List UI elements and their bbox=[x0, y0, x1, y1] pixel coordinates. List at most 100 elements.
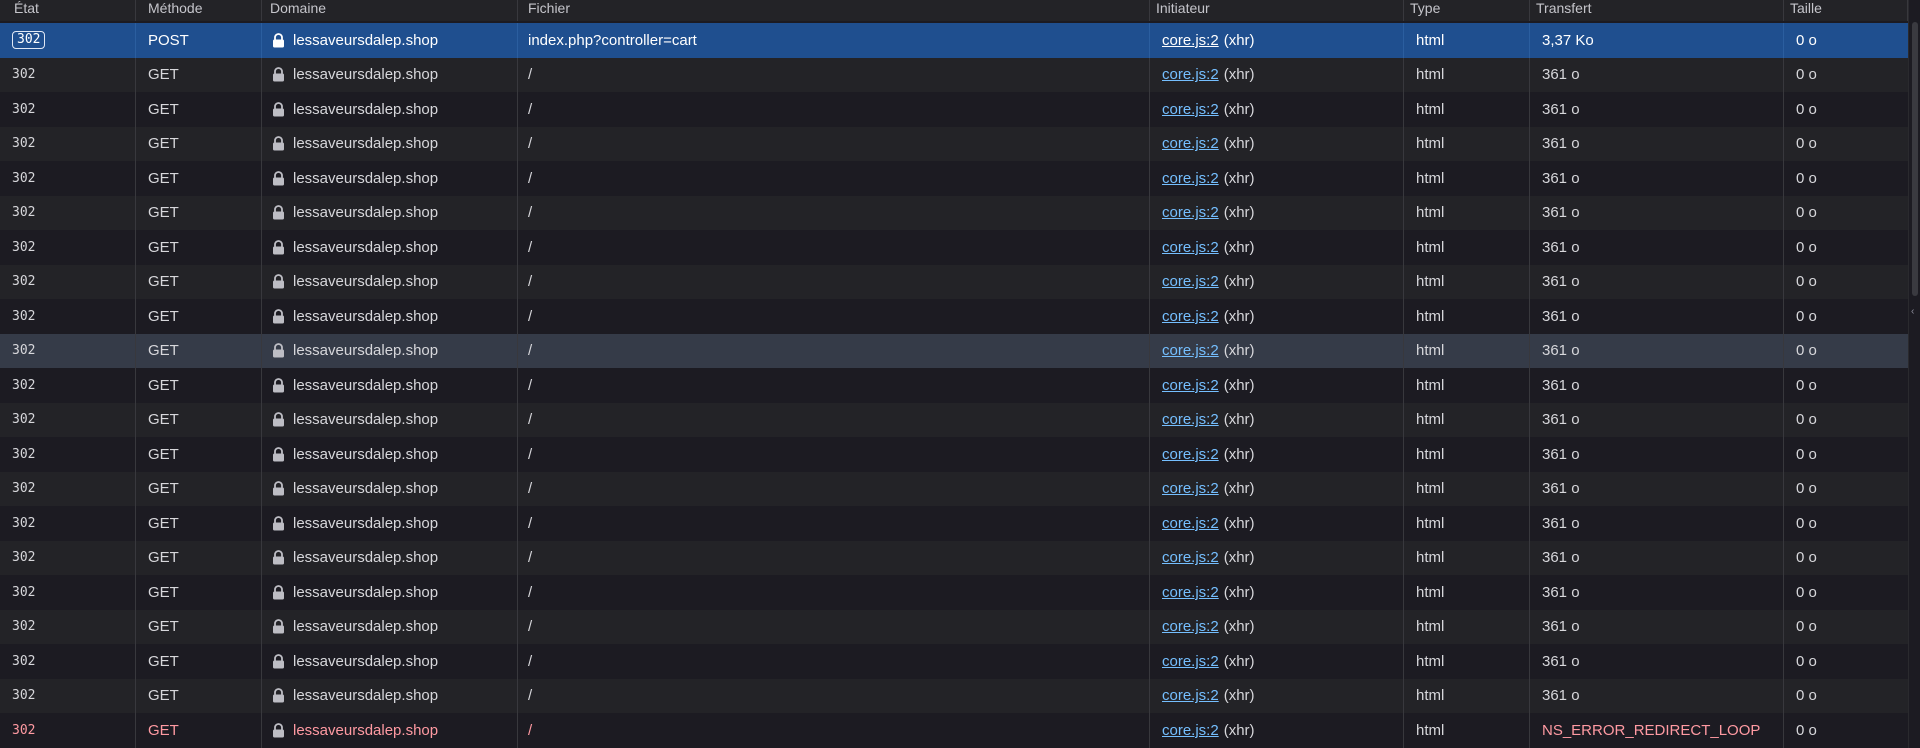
initiator-link[interactable]: core.js:2 bbox=[1162, 653, 1219, 670]
table-row[interactable]: 302 GET lessaveursdalep.shop / core.js:2 (xhr… bbox=[0, 264, 1908, 299]
method-cell: GET bbox=[136, 609, 262, 644]
initiator-link[interactable]: core.js:2 bbox=[1162, 308, 1219, 325]
table-row[interactable]: 302 GET lessaveursdalep.shop / core.js:2 (xhr… bbox=[0, 161, 1908, 196]
type-cell: html bbox=[1404, 161, 1530, 196]
type-cell: html bbox=[1404, 195, 1530, 230]
transfer-cell: 361 o bbox=[1530, 195, 1784, 230]
transfer-cell: 361 o bbox=[1530, 333, 1784, 368]
size-cell: 0 o bbox=[1796, 66, 1817, 84]
status-cell: 302 bbox=[0, 713, 136, 748]
column-header-initiator[interactable]: Initiateur bbox=[1150, 0, 1404, 21]
initiator-kind: (xhr) bbox=[1223, 618, 1255, 636]
size-cell: 0 o bbox=[1796, 204, 1817, 222]
transfer-cell: 361 o bbox=[1530, 161, 1784, 196]
status-cell: 302 bbox=[0, 678, 136, 713]
transfer-cell: 361 o bbox=[1530, 126, 1784, 161]
method-cell: GET bbox=[136, 713, 262, 748]
initiator-kind: (xhr) bbox=[1223, 204, 1255, 222]
initiator-cell: core.js:2 (xhr) bbox=[1150, 264, 1404, 299]
initiator-link[interactable]: core.js:2 bbox=[1162, 273, 1219, 290]
domain-cell: lessaveursdalep.shop bbox=[262, 161, 518, 196]
initiator-kind: (xhr) bbox=[1223, 411, 1255, 429]
chevron-left-icon[interactable]: ‹ bbox=[1911, 306, 1919, 318]
lock-icon bbox=[270, 170, 287, 187]
table-row[interactable]: 302 POST lessaveursdalep.shop index.php?con… bbox=[0, 23, 1908, 58]
table-row[interactable]: 302 GET lessaveursdalep.shop / core.js:2 (xhr… bbox=[0, 437, 1908, 472]
status-code: 302 bbox=[12, 343, 36, 359]
domain-cell: lessaveursdalep.shop bbox=[262, 437, 518, 472]
network-request-table: État Méthode Domaine Fichier Initiateur … bbox=[0, 0, 1908, 748]
column-header-type[interactable]: Type bbox=[1404, 0, 1530, 21]
table-row[interactable]: 302 GET lessaveursdalep.shop / core.js:2 (xhr… bbox=[0, 368, 1908, 403]
column-header-domain[interactable]: Domaine bbox=[262, 0, 518, 21]
initiator-link[interactable]: core.js:2 bbox=[1162, 170, 1219, 187]
initiator-link[interactable]: core.js:2 bbox=[1162, 584, 1219, 601]
initiator-link[interactable]: core.js:2 bbox=[1162, 135, 1219, 152]
initiator-link[interactable]: core.js:2 bbox=[1162, 549, 1219, 566]
initiator-link[interactable]: core.js:2 bbox=[1162, 377, 1219, 394]
table-row[interactable]: 302 GET lessaveursdalep.shop / core.js:2 (xhr… bbox=[0, 644, 1908, 679]
column-header-method[interactable]: Méthode bbox=[136, 0, 262, 21]
initiator-link[interactable]: core.js:2 bbox=[1162, 32, 1219, 49]
status-cell: 302 bbox=[0, 126, 136, 161]
column-header-transfer[interactable]: Transfert bbox=[1530, 0, 1784, 21]
initiator-link[interactable]: core.js:2 bbox=[1162, 66, 1219, 83]
initiator-link[interactable]: core.js:2 bbox=[1162, 204, 1219, 221]
domain-cell: lessaveursdalep.shop bbox=[262, 678, 518, 713]
initiator-cell: core.js:2 (xhr) bbox=[1150, 575, 1404, 610]
domain-cell: lessaveursdalep.shop bbox=[262, 264, 518, 299]
column-header-status[interactable]: État bbox=[0, 0, 136, 21]
table-row[interactable]: 302 GET lessaveursdalep.shop / core.js:2 (xhr… bbox=[0, 609, 1908, 644]
lock-icon bbox=[270, 204, 287, 221]
domain-label: lessaveursdalep.shop bbox=[293, 445, 439, 463]
initiator-cell: core.js:2 (xhr) bbox=[1150, 92, 1404, 127]
scroll-thumb[interactable] bbox=[1912, 22, 1918, 296]
initiator-link[interactable]: core.js:2 bbox=[1162, 446, 1219, 463]
table-row[interactable]: 302 GET lessaveursdalep.shop / core.js:2 (xhr… bbox=[0, 471, 1908, 506]
initiator-link[interactable]: core.js:2 bbox=[1162, 515, 1219, 532]
initiator-link[interactable]: core.js:2 bbox=[1162, 342, 1219, 359]
table-row[interactable]: 302 GET lessaveursdalep.shop / core.js:2 (xhr… bbox=[0, 713, 1908, 748]
size-cell: 0 o bbox=[1796, 100, 1817, 118]
initiator-link[interactable]: core.js:2 bbox=[1162, 618, 1219, 635]
table-row[interactable]: 302 GET lessaveursdalep.shop / core.js:2 (xhr… bbox=[0, 506, 1908, 541]
size-cell: 0 o bbox=[1796, 618, 1817, 636]
table-row[interactable]: 302 GET lessaveursdalep.shop / core.js:2 (xhr… bbox=[0, 57, 1908, 92]
initiator-link[interactable]: core.js:2 bbox=[1162, 411, 1219, 428]
domain-cell: lessaveursdalep.shop bbox=[262, 57, 518, 92]
table-row[interactable]: 302 GET lessaveursdalep.shop / core.js:2 (xhr… bbox=[0, 540, 1908, 575]
column-header-file[interactable]: Fichier bbox=[518, 0, 1150, 21]
method-cell: GET bbox=[136, 644, 262, 679]
initiator-link[interactable]: core.js:2 bbox=[1162, 239, 1219, 256]
size-cell: 0 o bbox=[1796, 721, 1817, 739]
transfer-cell: 361 o bbox=[1530, 540, 1784, 575]
table-row[interactable]: 302 GET lessaveursdalep.shop / core.js:2 (xhr… bbox=[0, 575, 1908, 610]
domain-label: lessaveursdalep.shop bbox=[293, 135, 439, 153]
lock-icon bbox=[270, 377, 287, 394]
table-row[interactable]: 302 GET lessaveursdalep.shop / core.js:2 (xhr… bbox=[0, 230, 1908, 265]
domain-label: lessaveursdalep.shop bbox=[293, 721, 439, 739]
table-row[interactable]: 302 GET lessaveursdalep.shop / core.js:2 (xhr… bbox=[0, 333, 1908, 368]
domain-label: lessaveursdalep.shop bbox=[293, 31, 439, 49]
table-row[interactable]: 302 GET lessaveursdalep.shop / core.js:2 (xhr… bbox=[0, 92, 1908, 127]
initiator-cell: core.js:2 (xhr) bbox=[1150, 230, 1404, 265]
initiator-kind: (xhr) bbox=[1223, 721, 1255, 739]
initiator-link[interactable]: core.js:2 bbox=[1162, 722, 1219, 739]
column-header-size[interactable]: Taille bbox=[1784, 0, 1908, 21]
table-row[interactable]: 302 GET lessaveursdalep.shop / core.js:2 (xhr… bbox=[0, 195, 1908, 230]
table-row[interactable]: 302 GET lessaveursdalep.shop / core.js:2 (xhr… bbox=[0, 678, 1908, 713]
type-cell: html bbox=[1404, 126, 1530, 161]
vertical-scrollbar[interactable]: ‹ bbox=[1908, 0, 1920, 748]
table-row[interactable]: 302 GET lessaveursdalep.shop / core.js:2 (xhr… bbox=[0, 126, 1908, 161]
initiator-link[interactable]: core.js:2 bbox=[1162, 480, 1219, 497]
initiator-cell: core.js:2 (xhr) bbox=[1150, 161, 1404, 196]
table-row[interactable]: 302 GET lessaveursdalep.shop / core.js:2 (xhr… bbox=[0, 299, 1908, 334]
initiator-link[interactable]: core.js:2 bbox=[1162, 687, 1219, 704]
table-row[interactable]: 302 GET lessaveursdalep.shop / core.js:2 (xhr… bbox=[0, 402, 1908, 437]
status-code: 302 bbox=[12, 170, 36, 186]
status-cell: 302 bbox=[0, 437, 136, 472]
initiator-link[interactable]: core.js:2 bbox=[1162, 101, 1219, 118]
initiator-cell: core.js:2 (xhr) bbox=[1150, 713, 1404, 748]
domain-label: lessaveursdalep.shop bbox=[293, 411, 439, 429]
file-cell: / bbox=[518, 230, 1150, 265]
